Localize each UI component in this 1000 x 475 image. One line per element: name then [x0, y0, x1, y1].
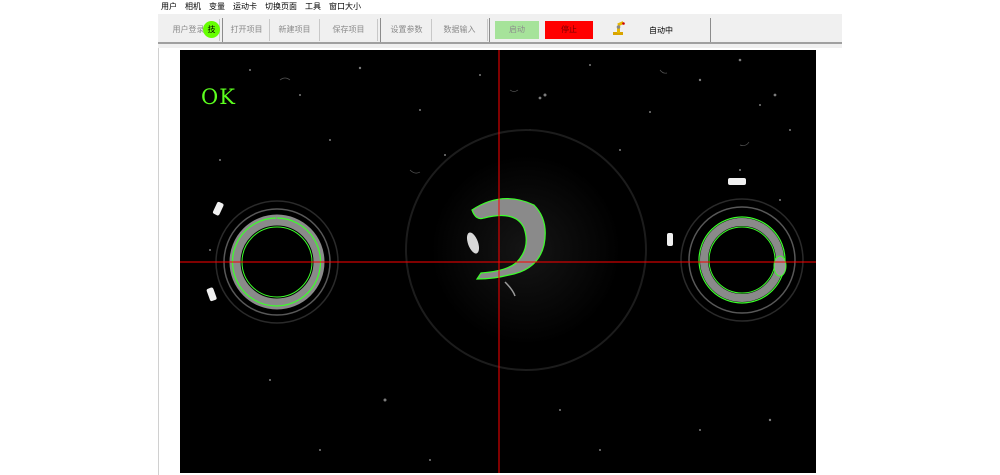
menu-motion-card[interactable]: 运动卡: [233, 0, 257, 14]
toolbar-separator: [710, 18, 711, 42]
open-project-button[interactable]: 打开项目: [224, 19, 270, 41]
menu-tools[interactable]: 工具: [305, 0, 321, 14]
toolbar: 用户登录 技 打开项目 新建项目 保存项目 设置参数 数据输入 启动 停止 自动…: [158, 14, 842, 44]
toolbar-separator: [222, 18, 223, 42]
user-login-label: 用户登录: [172, 25, 205, 34]
stop-button[interactable]: 停止: [545, 21, 593, 39]
menu-camera[interactable]: 相机: [185, 0, 201, 14]
toolbar-separator: [489, 18, 490, 42]
start-button[interactable]: 启动: [495, 21, 539, 39]
status-text: 自动中: [649, 26, 673, 35]
new-project-button[interactable]: 新建项目: [270, 19, 320, 41]
camera-image: [180, 50, 816, 473]
save-project-button[interactable]: 保存项目: [320, 19, 378, 41]
menu-variable[interactable]: 变量: [209, 0, 225, 14]
toolbar-separator: [380, 18, 381, 42]
technician-badge: 技: [203, 21, 220, 38]
menu-bar: 用户 相机 变量 运动卡 切换页面 工具 窗口大小: [158, 0, 842, 14]
set-params-button[interactable]: 设置参数: [382, 19, 432, 41]
data-input-button[interactable]: 数据输入: [432, 19, 488, 41]
robot-arm-icon: [610, 20, 628, 38]
camera-view[interactable]: OK: [180, 50, 816, 473]
menu-user[interactable]: 用户: [161, 0, 177, 14]
inspection-result-text: OK: [201, 85, 236, 109]
menu-switch-page[interactable]: 切换页面: [265, 0, 297, 14]
menu-window-size[interactable]: 窗口大小: [329, 0, 361, 14]
